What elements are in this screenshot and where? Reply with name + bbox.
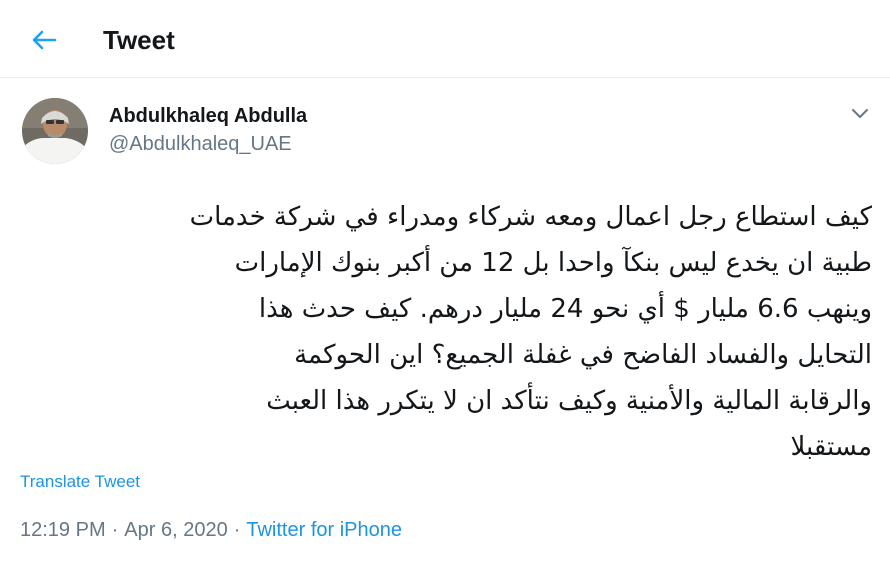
translate-tweet-link[interactable]: Translate Tweet <box>20 470 140 494</box>
tweet-time[interactable]: 12:19 PM <box>20 519 106 541</box>
page-title: Tweet <box>103 25 175 55</box>
separator: · <box>111 519 119 541</box>
separator: · <box>233 519 241 541</box>
author-handle[interactable]: @Abdulkhaleq_UAE <box>109 132 292 156</box>
chevron-down-icon <box>852 109 868 118</box>
tweet-metadata: 12:19 PM · Apr 6, 2020 · Twitter for iPhone <box>20 516 402 544</box>
tweet-text: كيف استطاع رجل اعمال ومعه شركاء ومدراء ف… <box>189 202 872 462</box>
tweet-date[interactable]: Apr 6, 2020 <box>124 519 227 541</box>
arrow-left-icon <box>32 30 57 50</box>
avatar[interactable] <box>22 98 88 164</box>
tweet-source-link[interactable]: Twitter for iPhone <box>246 519 402 541</box>
back-button[interactable] <box>26 22 62 58</box>
author-name[interactable]: Abdulkhaleq Abdulla <box>109 104 307 128</box>
page-header: Tweet <box>0 0 890 78</box>
tweet-menu-button[interactable] <box>846 100 874 128</box>
